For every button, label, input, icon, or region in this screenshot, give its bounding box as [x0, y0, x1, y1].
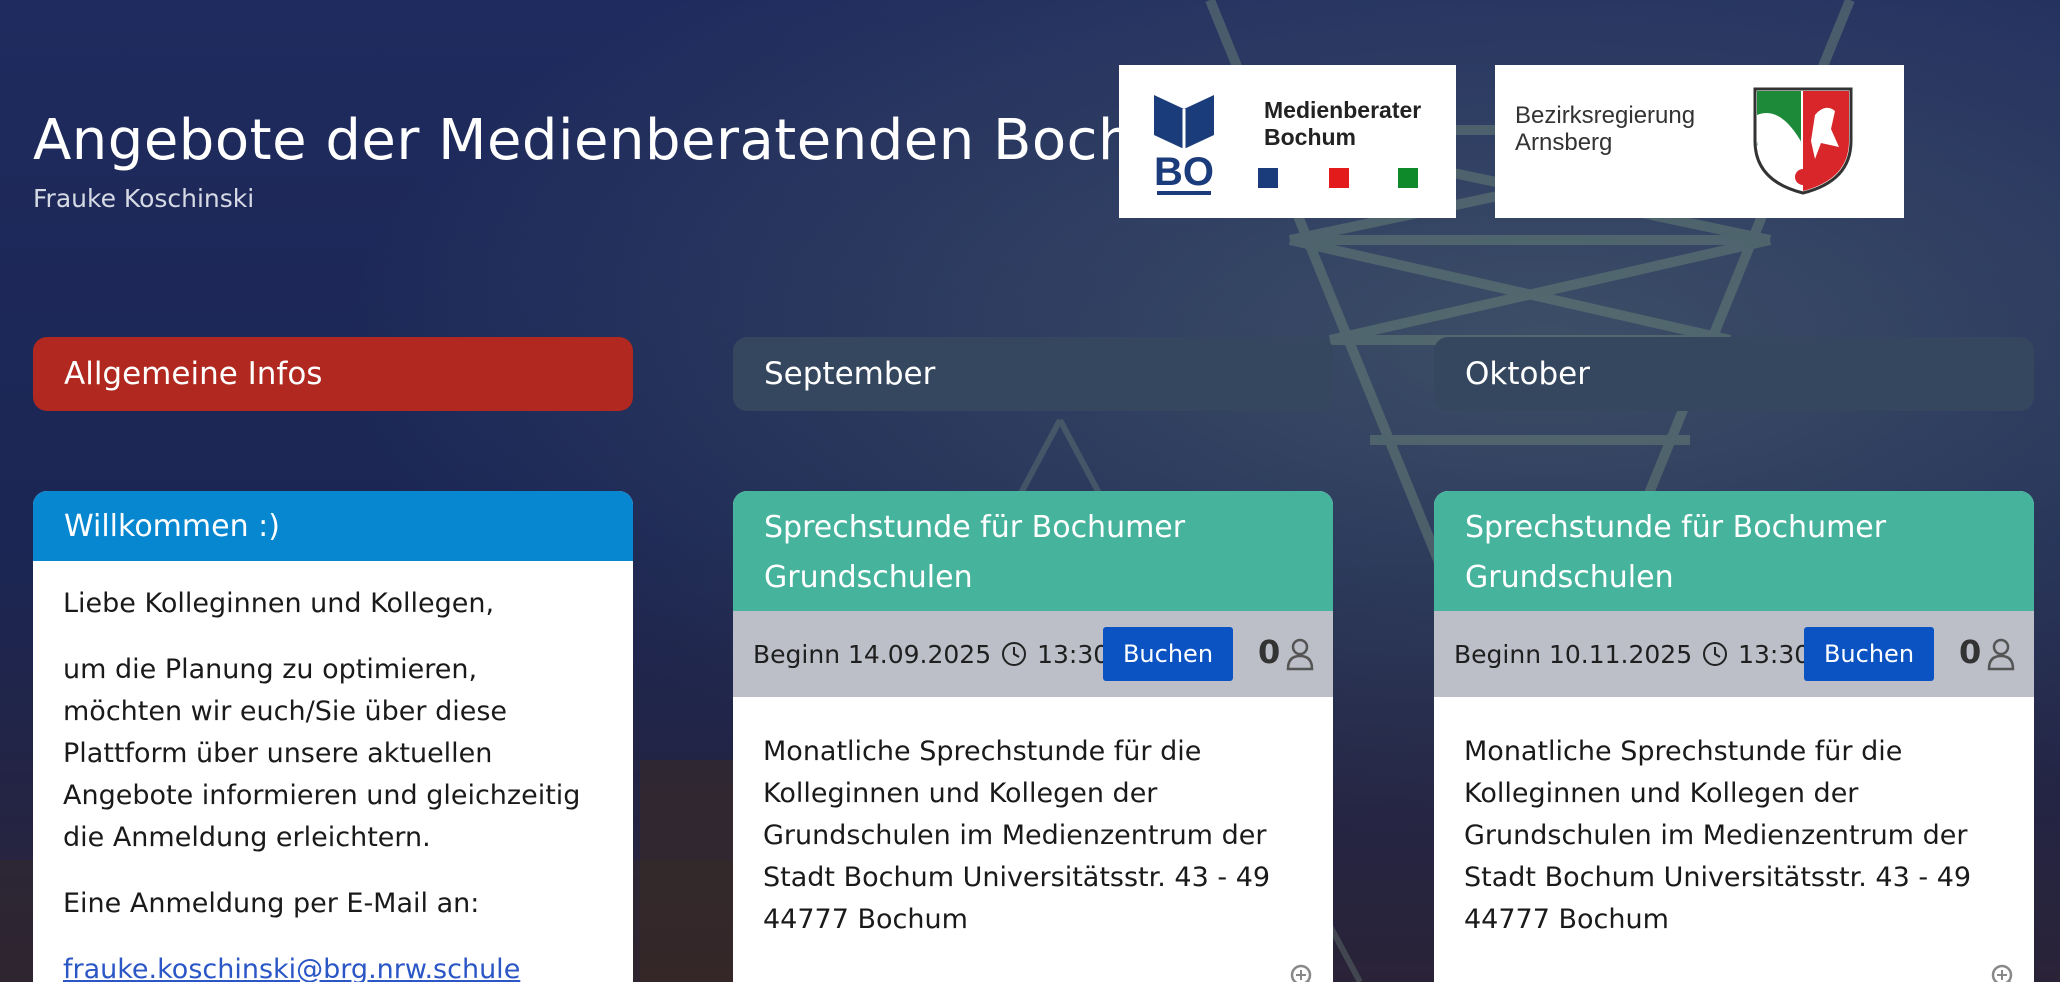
bo-book-icon: BO [1154, 95, 1214, 195]
column-header-september[interactable]: September [733, 337, 1333, 411]
column-header-allgemeine-infos[interactable]: Allgemeine Infos [33, 337, 633, 411]
email-link[interactable]: frauke.koschinski@brg.nrw.schule [63, 954, 520, 982]
event-time: 13:30 [1037, 639, 1110, 669]
medienberater-line2: Bochum [1264, 124, 1356, 150]
book-button[interactable]: Buchen [1103, 627, 1233, 681]
bezirksregierung-line1: Bezirksregierung [1515, 102, 1696, 129]
page-title: Angebote der Medienberatenden Bochum [33, 108, 1226, 173]
event-info-bar: Beginn 10.11.2025 13:30 Buchen 0 [1434, 611, 2034, 697]
event-begin-date: Beginn 14.09.2025 [753, 639, 992, 669]
welcome-email-intro: Eine Anmeldung per E-Mail an: [63, 888, 480, 919]
column-header-oktober[interactable]: Oktober [1434, 337, 2034, 411]
event-description: Monatliche Sprechstunde für die Kollegin… [763, 736, 1271, 935]
welcome-card-body: Liebe Kolleginnen und Kollegen, um die P… [33, 561, 633, 982]
event-title[interactable]: Sprechstunde für Bochumer Grundschulen [1434, 491, 2034, 611]
event-begin-date: Beginn 10.11.2025 [1454, 639, 1693, 669]
color-square-blue [1258, 168, 1278, 188]
event-title[interactable]: Sprechstunde für Bochumer Grundschulen [733, 491, 1333, 611]
welcome-text: um die Planung zu optimieren, möchten wi… [63, 654, 581, 853]
medienberater-logo[interactable]: BO Medienberater Bochum [1119, 65, 1456, 218]
medienberater-line1: Medienberater [1264, 97, 1422, 123]
bezirksregierung-text: Bezirksregierung Arnsberg [1515, 102, 1695, 156]
clock-icon [1703, 642, 1728, 666]
welcome-card-title[interactable]: Willkommen :) [33, 491, 633, 561]
book-button[interactable]: Buchen [1804, 627, 1934, 681]
medienberater-text: Medienberater Bochum [1264, 97, 1421, 151]
user-icon [1987, 638, 2015, 671]
event-time: 13:30 [1738, 639, 1811, 669]
zoom-in-icon[interactable] [1289, 963, 1319, 982]
color-square-green [1398, 168, 1418, 188]
bezirksregierung-line2: Arnsberg [1515, 129, 1613, 156]
nrw-coat-of-arms-icon [1753, 87, 1853, 195]
participant-count: 0 [1959, 633, 1982, 671]
event-info-bar: Beginn 14.09.2025 13:30 Buchen 0 [733, 611, 1333, 697]
page-subtitle: Frauke Koschinski [33, 184, 255, 213]
clock-icon [1002, 642, 1027, 666]
welcome-card: Willkommen :) Liebe Kolleginnen und Koll… [33, 491, 633, 982]
color-square-red [1329, 168, 1349, 188]
user-icon [1286, 638, 1314, 671]
event-card: Sprechstunde für Bochumer Grundschulen B… [733, 491, 1333, 982]
event-card: Sprechstunde für Bochumer Grundschulen B… [1434, 491, 2034, 982]
bezirksregierung-logo[interactable]: Bezirksregierung Arnsberg [1495, 65, 1904, 218]
event-description: Monatliche Sprechstunde für die Kollegin… [1464, 736, 1972, 935]
welcome-greeting: Liebe Kolleginnen und Kollegen, [63, 588, 495, 619]
participant-count: 0 [1258, 633, 1281, 671]
bo-mark: BO [1154, 150, 1214, 194]
zoom-in-icon[interactable] [1990, 963, 2020, 982]
